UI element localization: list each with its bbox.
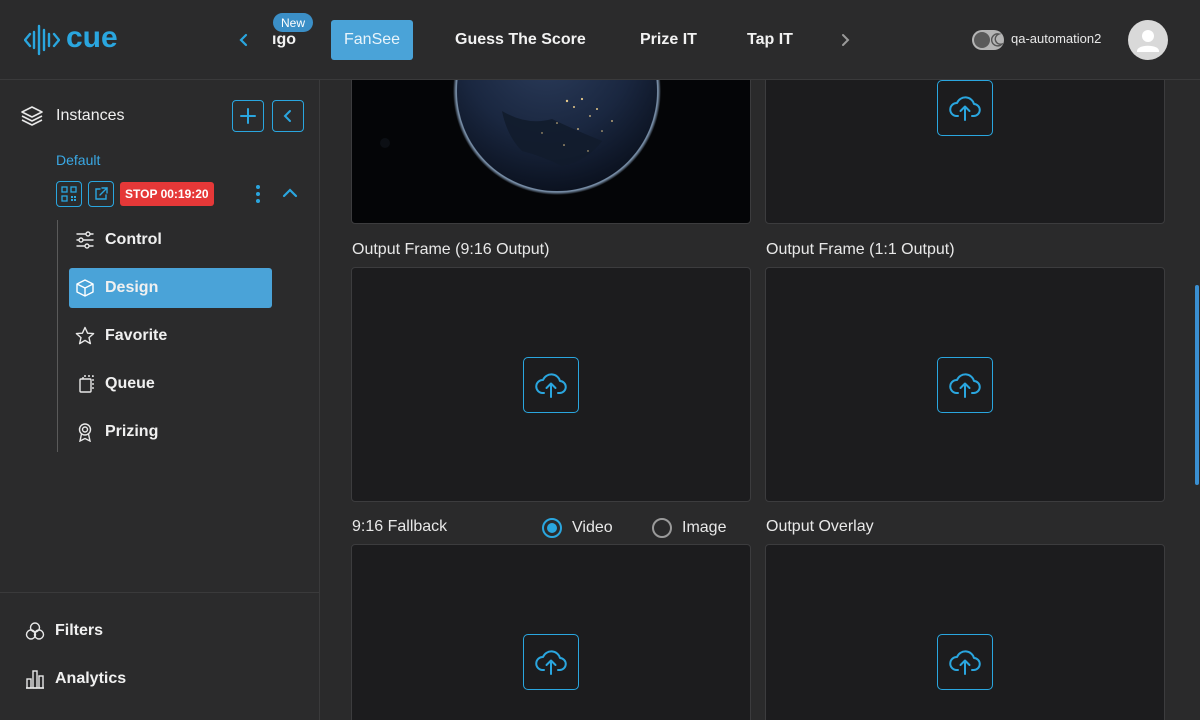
radio-circle — [542, 518, 562, 538]
collapse-sidebar-button[interactable] — [272, 100, 304, 132]
add-instance-button[interactable] — [232, 100, 264, 132]
earth-image — [380, 80, 661, 195]
tab-guess-the-score[interactable]: Guess The Score — [455, 20, 586, 60]
tab-tap-it[interactable]: Tap IT — [747, 20, 793, 60]
instance-name[interactable]: Default — [56, 152, 100, 168]
more-options-icon[interactable] — [255, 184, 261, 204]
sidebar-item-label: Queue — [105, 375, 155, 392]
cloud-upload-icon — [535, 650, 567, 675]
logo-waveform-icon — [24, 24, 60, 56]
chevron-right-icon — [842, 34, 850, 46]
filters-icon — [25, 622, 45, 640]
fallback-label: 9:16 Fallback — [352, 518, 448, 535]
moon-icon — [991, 33, 1003, 47]
queue-icon — [79, 375, 94, 393]
plus-icon — [240, 108, 256, 124]
user-icon — [1137, 30, 1159, 52]
upload-button[interactable] — [523, 357, 579, 413]
output-overlay-label: Output Overlay — [766, 518, 874, 535]
external-link-icon — [95, 187, 108, 200]
tab-prize-it[interactable]: Prize IT — [640, 20, 697, 60]
output-frame-916-panel — [351, 267, 751, 502]
sidebar-bottom — [0, 592, 319, 720]
cube-icon — [76, 279, 94, 297]
output-frame-916-label: Output Frame (9:16 Output) — [352, 241, 550, 258]
chevron-up-icon[interactable] — [281, 184, 299, 202]
output-frame-11-label: Output Frame (1:1 Output) — [766, 241, 955, 258]
sidebar-item-label: Design — [105, 279, 159, 296]
fallback-video-radio[interactable]: Video — [542, 518, 613, 538]
output-frame-11-panel — [765, 267, 1165, 502]
sidebar-item-label: Filters — [55, 622, 104, 639]
fallback-image-radio[interactable]: Image — [652, 518, 726, 538]
sidebar-item-prizing[interactable]: Prizing — [69, 412, 272, 452]
upload-button[interactable] — [937, 357, 993, 413]
tree-line — [57, 220, 58, 452]
sidebar-item-design[interactable]: Design — [69, 268, 272, 308]
instances-header: Instances — [20, 104, 124, 128]
theme-toggle[interactable] — [972, 30, 1004, 50]
stop-timer-button[interactable]: STOP 00:19:20 — [120, 182, 214, 206]
username[interactable]: qa-automation2 — [1011, 31, 1101, 46]
avatar[interactable] — [1128, 20, 1168, 60]
qr-code-icon — [61, 186, 77, 202]
sliders-icon — [76, 231, 94, 249]
upload-button[interactable] — [937, 80, 993, 136]
toggle-knob — [974, 32, 990, 48]
output-overlay-panel — [765, 544, 1165, 720]
sidebar-item-analytics[interactable]: Analytics — [25, 669, 126, 689]
chevron-left-icon — [283, 110, 291, 122]
upload-button[interactable] — [523, 634, 579, 690]
tabs-scroll-right-button[interactable] — [833, 28, 857, 52]
sidebar-item-control[interactable]: Control — [69, 220, 272, 260]
radio-circle — [652, 518, 672, 538]
chevron-left-icon — [239, 33, 248, 47]
star-icon — [75, 326, 95, 345]
sidebar-item-label: Favorite — [105, 327, 168, 344]
tab-fansee[interactable]: FanSee — [331, 20, 414, 60]
upload-button[interactable] — [937, 634, 993, 690]
cloud-upload-icon — [535, 373, 567, 398]
sidebar-item-label: Prizing — [105, 423, 159, 440]
top-bar: cue ıgo New FanSee Guess The Score Prize… — [0, 0, 1200, 80]
tabs-scroll-left-button[interactable] — [232, 28, 256, 52]
tab-label: ıgo — [272, 31, 296, 48]
main-content: Output Frame (9:16 Output) Output Frame … — [320, 80, 1200, 720]
analytics-icon — [26, 670, 44, 689]
sidebar-item-favorite[interactable]: Favorite — [69, 316, 272, 356]
open-external-button[interactable] — [88, 181, 114, 207]
sidebar-item-queue[interactable]: Queue — [69, 364, 272, 404]
radio-label: Video — [572, 519, 613, 536]
new-badge: New — [273, 13, 314, 32]
radio-label: Image — [682, 519, 727, 536]
qr-code-button[interactable] — [56, 181, 82, 207]
app-logo[interactable]: cue — [24, 21, 118, 58]
instances-title: Instances — [56, 107, 125, 124]
fallback-panel — [351, 544, 751, 720]
cloud-upload-icon — [949, 373, 981, 398]
main-scrollbar[interactable] — [1195, 80, 1200, 720]
sidebar-item-label: Control — [105, 231, 162, 248]
cloud-upload-icon — [949, 650, 981, 675]
scrollbar-thumb[interactable] — [1195, 285, 1199, 485]
cloud-upload-icon — [949, 96, 981, 121]
background-preview[interactable] — [351, 80, 751, 224]
logo-text: cue — [66, 21, 118, 54]
award-icon — [78, 423, 92, 442]
sidebar-item-filters[interactable]: Filters — [25, 621, 103, 641]
layers-icon — [21, 106, 43, 126]
sidebar-item-label: Analytics — [55, 670, 127, 687]
upload-panel-top — [765, 80, 1165, 224]
